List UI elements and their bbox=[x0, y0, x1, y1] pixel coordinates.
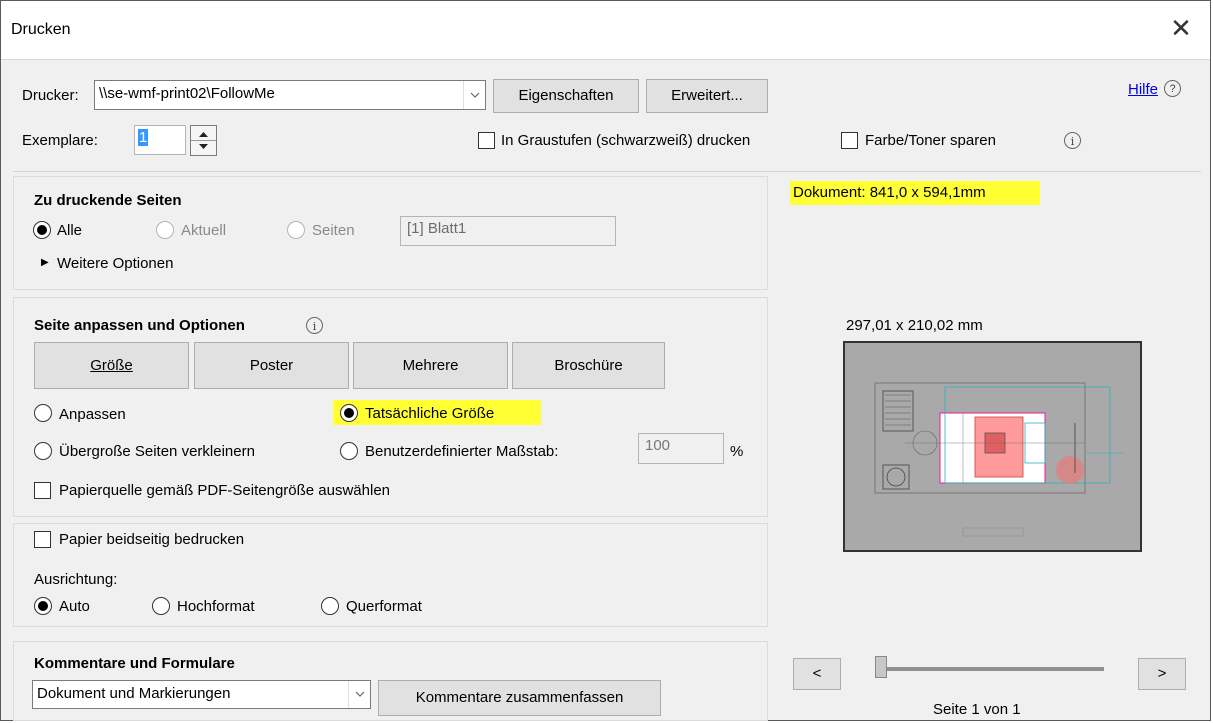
radio-shrink-label: Übergroße Seiten verkleinern bbox=[59, 443, 255, 460]
orientation-label: Ausrichtung: bbox=[34, 571, 118, 588]
radio-auto[interactable] bbox=[34, 597, 52, 615]
copies-value: 1 bbox=[138, 129, 149, 146]
chevron-down-icon bbox=[348, 681, 370, 708]
preview-drawing bbox=[874, 382, 1125, 537]
duplex-label: Papier beidseitig bedrucken bbox=[59, 531, 245, 548]
divider bbox=[13, 171, 1201, 172]
pages-range-value: [1] Blatt1 bbox=[407, 220, 467, 237]
print-dialog: Drucken ✕ Drucker: \\se-wmf-print02\Foll… bbox=[0, 0, 1211, 721]
radio-auto-label: Auto bbox=[59, 598, 90, 615]
page-size: 297,01 x 210,02 mm bbox=[846, 317, 983, 334]
grayscale-checkbox[interactable] bbox=[478, 132, 495, 149]
page-slider-thumb[interactable] bbox=[875, 656, 887, 678]
radio-shrink[interactable] bbox=[34, 442, 52, 460]
grayscale-label: In Graustufen (schwarzweiß) drucken bbox=[501, 132, 751, 149]
chevron-down-icon bbox=[463, 81, 485, 109]
radio-portrait[interactable] bbox=[152, 597, 170, 615]
size-button[interactable]: Größe bbox=[34, 342, 189, 389]
poster-button[interactable]: Poster bbox=[194, 342, 349, 389]
copies-label: Exemplare: bbox=[22, 132, 98, 149]
radio-actual-size[interactable] bbox=[340, 404, 358, 422]
comments-select[interactable]: Dokument und Markierungen bbox=[32, 680, 371, 709]
save-toner-checkbox[interactable] bbox=[841, 132, 858, 149]
radio-landscape[interactable] bbox=[321, 597, 339, 615]
copies-stepper[interactable] bbox=[190, 125, 217, 156]
multiple-button[interactable]: Mehrere bbox=[353, 342, 508, 389]
custom-scale-value: 100 bbox=[645, 437, 671, 454]
radio-pages-label: Seiten bbox=[312, 222, 355, 239]
dialog-title: Drucken bbox=[11, 21, 71, 38]
page-slider-track[interactable] bbox=[876, 667, 1104, 671]
radio-current[interactable] bbox=[156, 221, 174, 239]
next-page-button[interactable]: > bbox=[1138, 658, 1186, 690]
printer-value: \\se-wmf-print02\FollowMe bbox=[99, 85, 275, 102]
stepper-arrows-icon bbox=[191, 132, 216, 149]
print-preview bbox=[843, 341, 1142, 552]
booklet-button[interactable]: Broschüre bbox=[512, 342, 665, 389]
copies-input[interactable]: 1 bbox=[134, 125, 186, 155]
save-toner-label: Farbe/Toner sparen bbox=[865, 132, 996, 149]
radio-all-label: Alle bbox=[57, 222, 83, 239]
pages-title: Zu druckende Seiten bbox=[34, 192, 182, 209]
paper-source-label: Papierquelle gemäß PDF-Seitengröße auswä… bbox=[59, 482, 391, 499]
radio-fit-label: Anpassen bbox=[59, 406, 126, 423]
radio-custom-scale[interactable] bbox=[340, 442, 358, 460]
radio-fit[interactable] bbox=[34, 404, 52, 422]
radio-landscape-label: Querformat bbox=[346, 598, 422, 615]
info-icon[interactable]: i bbox=[306, 317, 323, 334]
properties-button[interactable]: Eigenschaften bbox=[493, 79, 639, 113]
prev-page-button[interactable]: < bbox=[793, 658, 841, 690]
help-link[interactable]: Hilfe bbox=[1128, 81, 1158, 98]
radio-all[interactable] bbox=[33, 221, 51, 239]
info-icon[interactable]: i bbox=[1064, 132, 1081, 149]
paper-source-checkbox[interactable] bbox=[34, 482, 51, 499]
advanced-button[interactable]: Erweitert... bbox=[646, 79, 768, 113]
printer-label: Drucker: bbox=[22, 87, 79, 104]
radio-custom-scale-label: Benutzerdefinierter Maßstab: bbox=[365, 443, 559, 460]
page-indicator: Seite 1 von 1 bbox=[933, 701, 1021, 718]
title-bar: Drucken ✕ bbox=[1, 1, 1210, 60]
comments-select-value: Dokument und Markierungen bbox=[37, 685, 231, 702]
document-size: Dokument: 841,0 x 594,1mm bbox=[793, 184, 986, 201]
duplex-checkbox[interactable] bbox=[34, 531, 51, 548]
more-options-link[interactable]: Weitere Optionen bbox=[57, 255, 173, 272]
radio-pages[interactable] bbox=[287, 221, 305, 239]
percent-label: % bbox=[730, 443, 744, 460]
pages-range-input[interactable]: [1] Blatt1 bbox=[400, 216, 616, 246]
close-icon[interactable]: ✕ bbox=[1166, 13, 1196, 43]
radio-portrait-label: Hochformat bbox=[177, 598, 255, 615]
summarize-comments-button[interactable]: Kommentare zusammenfassen bbox=[378, 680, 661, 716]
sizing-title: Seite anpassen und Optionen bbox=[34, 317, 245, 334]
triangle-right-icon[interactable]: ▶ bbox=[41, 257, 49, 268]
radio-actual-size-label: Tatsächliche Größe bbox=[365, 405, 495, 422]
printer-select[interactable]: \\se-wmf-print02\FollowMe bbox=[94, 80, 486, 110]
help-icon[interactable]: ? bbox=[1164, 80, 1181, 97]
radio-current-label: Aktuell bbox=[181, 222, 227, 239]
comments-title: Kommentare und Formulare bbox=[34, 655, 235, 672]
custom-scale-input[interactable]: 100 bbox=[638, 433, 724, 464]
